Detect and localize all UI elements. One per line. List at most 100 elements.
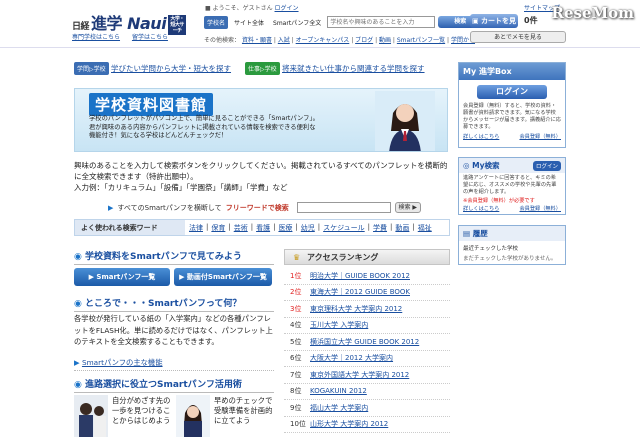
keyword-item[interactable]: スケジュール <box>323 223 365 233</box>
see-section-title: ◉ 学校資料をSmartパンフで見てみよう <box>74 249 274 265</box>
ranking-row[interactable]: 3位 東京理科大学 大学案内 2012 <box>284 301 450 318</box>
ranking-row[interactable]: 9位 福山大学 大学案内 <box>284 400 450 417</box>
my-search-title: ◎ My検索 <box>463 160 500 171</box>
keyword-label: よく使われる検索ワード <box>75 220 185 235</box>
my-search-text: 進路アンケートに回答すると、キミの希望に応じ、オススメの学校や先輩の先輩の声を紹… <box>463 175 557 195</box>
ranking-row[interactable]: 1位 明治大学｜GUIDE BOOK 2012 <box>284 268 450 285</box>
fulltext-highlight: フリーワードで検索 <box>225 203 289 212</box>
see-section-title-text: 学校資料をSmartパンフで見てみよう <box>85 252 242 262</box>
cart-count-unit: 件 <box>529 16 538 25</box>
keyword-item[interactable]: 医療 <box>278 223 292 233</box>
top-link-shigoto[interactable]: 仕事▷学校 将来就きたい仕事から関連する学問を探す <box>245 62 425 75</box>
functions-link-row: ▶ Smartパンフの主な機能 <box>74 358 274 371</box>
other-search-label: その他検索： <box>204 37 241 44</box>
ranking-row[interactable]: 10位 山形大学 大学案内 2012 <box>284 417 450 433</box>
logo-badge: 大学・短大サーチ <box>168 14 187 35</box>
rank-name: 明治大学｜GUIDE BOOK 2012 <box>310 271 410 280</box>
rank-num: 6位 <box>290 354 302 363</box>
logo-navi: Naui <box>127 14 167 33</box>
search-tab-site[interactable]: サイト全体 <box>231 16 267 29</box>
my-search-register-link[interactable]: 会員登録（無料） <box>519 205 561 212</box>
smart-list-button[interactable]: ▶ Smartパンフ一覧 <box>74 268 170 286</box>
my-search-box: ◎ My検索 ログイン 進路アンケートに回答すると、キミの希望に応じ、オススメの学… <box>458 157 566 215</box>
other-link-douga[interactable]: 動画 <box>379 37 391 44</box>
site-logo[interactable]: 日経 進学 Naui 大学・短大サーチ <box>72 10 187 35</box>
other-link-smart[interactable]: Smartパンフ一覧 <box>397 37 445 44</box>
ranking-row[interactable]: 7位 東京外国語大学 大学案内 2012 <box>284 367 450 384</box>
keyword-item[interactable]: 看護 <box>256 223 270 233</box>
history-icon: ▤ <box>463 229 471 238</box>
person-icon: ■ <box>205 5 213 12</box>
other-link-nyushi[interactable]: 入試 <box>278 37 290 44</box>
ranking-row[interactable]: 8位 KOGAKUIN 2012 <box>284 384 450 400</box>
ranking-row[interactable]: 2位 東海大学｜2012 GUIDE BOOK <box>284 285 450 301</box>
search-tab-school[interactable]: 学校名 <box>204 15 229 29</box>
ranking-row[interactable]: 4位 玉川大学 入学案内 <box>284 318 450 334</box>
keyword-item[interactable]: 福祉 <box>418 223 432 233</box>
welcome-bar: ■ ようこそ、ゲストさん ログイン <box>205 3 299 12</box>
history-subtitle: 最近チェックした学校 <box>463 246 519 252</box>
header-login-link[interactable]: ログイン <box>275 5 299 12</box>
usage-photo-left <box>74 395 108 437</box>
keyword-item[interactable]: 動画 <box>395 223 409 233</box>
other-search-links: その他検索： 資料・願書 | 入試 | オープンキャンパス | ブログ | 動画… <box>204 37 475 44</box>
ranking-row[interactable]: 5位 横浜国立大学 GUIDE BOOK 2012 <box>284 334 450 351</box>
senmon-link[interactable]: 専門学校はこちら <box>72 34 120 41</box>
fulltext-prefix: すべてのSmartパンフを横断して <box>117 203 222 212</box>
keyword-item[interactable]: 芸術 <box>234 223 248 233</box>
other-link-opencampus[interactable]: オープンキャンパス <box>296 37 350 44</box>
keyword-bar: よく使われる検索ワード 法律 | 保育 | 芸術 | 看護 | 医療 | 幼児 | スケジュ… <box>74 219 450 236</box>
my-box-detail-link[interactable]: 詳しくはこちら <box>463 133 499 140</box>
usage-right-text: 早めのチェックで受験準備を計画的に立てよう <box>214 396 273 425</box>
my-search-header: ◎ My検索 ログイン <box>459 158 565 173</box>
play-icon: ▶ <box>179 273 187 281</box>
my-search-detail-link[interactable]: 詳しくはこちら <box>463 205 499 212</box>
my-search-warning: ※会員登録（無料）が必要です <box>463 198 535 204</box>
my-box-links: 詳しくはこちら 会員登録（無料） <box>459 131 565 142</box>
rank-num: 4位 <box>290 321 302 330</box>
keyword-item[interactable]: 学費 <box>373 223 387 233</box>
rank-name: 福山大学 大学案内 <box>310 403 369 412</box>
student-illustration <box>375 91 435 151</box>
my-box-register-link[interactable]: 会員登録（無料） <box>519 133 561 140</box>
history-empty-text: まだチェックした学校がありません。 <box>463 256 557 262</box>
top-links: 学問▷学校 学びたい学問から大学・短大を探す 仕事▷学校 将来就きたい仕事から関… <box>74 62 425 75</box>
arrow-icon: ▶ <box>108 203 114 212</box>
video-smart-list-button[interactable]: ▶ 動画付Smartパンフ一覧 <box>174 268 272 286</box>
cart-button[interactable]: ▣ カートを見る <box>470 14 518 39</box>
header-sub-links: 専門学校はこちら 留学はこちら <box>72 32 168 41</box>
rank-num: 5位 <box>290 337 302 346</box>
functions-link[interactable]: Smartパンフの主な機能 <box>82 358 163 367</box>
usage-section-title-text: 進路選択に役立つSmartパンフ活用術 <box>85 380 242 390</box>
keyword-item[interactable]: 法律 <box>189 223 203 233</box>
fulltext-search-button[interactable]: 検索 ▶ <box>394 202 421 213</box>
keyword-item[interactable]: 幼児 <box>301 223 315 233</box>
rank-name: 大阪大学｜2012 大学案内 <box>310 354 394 363</box>
memo-button[interactable]: あとでメモを見る <box>470 31 566 43</box>
other-link-blog[interactable]: ブログ <box>355 37 373 44</box>
rank-num: 1位 <box>290 271 302 280</box>
search-bar: 学校名 サイト全体 Smartパンフ全文 検索 <box>204 15 483 29</box>
crown-icon: ♛ <box>293 253 301 262</box>
my-search-login-button[interactable]: ログイン <box>532 160 561 171</box>
cart-icon: ▣ <box>471 17 482 25</box>
smart-list-button-label: Smartパンフ一覧 <box>96 273 156 281</box>
ranking-row[interactable]: 6位 大阪大学｜2012 大学案内 <box>284 351 450 367</box>
top-link-shigoto-tag: 仕事▷学校 <box>245 62 280 75</box>
ryugaku-link[interactable]: 留学はこちら <box>132 34 168 41</box>
resemom-watermark: ReseMom <box>551 4 634 22</box>
my-box-title: My 進学Box <box>459 63 565 80</box>
search-input[interactable] <box>327 16 436 28</box>
ranking-list: 1位 明治大学｜GUIDE BOOK 2012 2位 東海大学｜2012 GUIDE… <box>284 268 450 433</box>
top-link-gakumon-tag: 学問▷学校 <box>74 62 109 75</box>
top-link-gakumon[interactable]: 学問▷学校 学びたい学問から大学・短大を探す <box>74 62 231 75</box>
arrow-icon: ▶ <box>74 358 82 367</box>
my-box-login-button[interactable]: ログイン <box>477 85 547 99</box>
top-link-gakumon-text: 学びたい学問から大学・短大を探す <box>111 64 232 73</box>
other-link-shiryo[interactable]: 資料・願書 <box>242 37 272 44</box>
fulltext-input[interactable] <box>296 202 391 213</box>
rank-name: 東海大学｜2012 GUIDE BOOK <box>310 288 410 297</box>
history-box: ▤ 履歴 最近チェックした学校 まだチェックした学校がありません。 <box>458 225 566 265</box>
keyword-item[interactable]: 保育 <box>211 223 225 233</box>
search-tab-pamph[interactable]: Smartパンフ全文 <box>270 16 324 29</box>
